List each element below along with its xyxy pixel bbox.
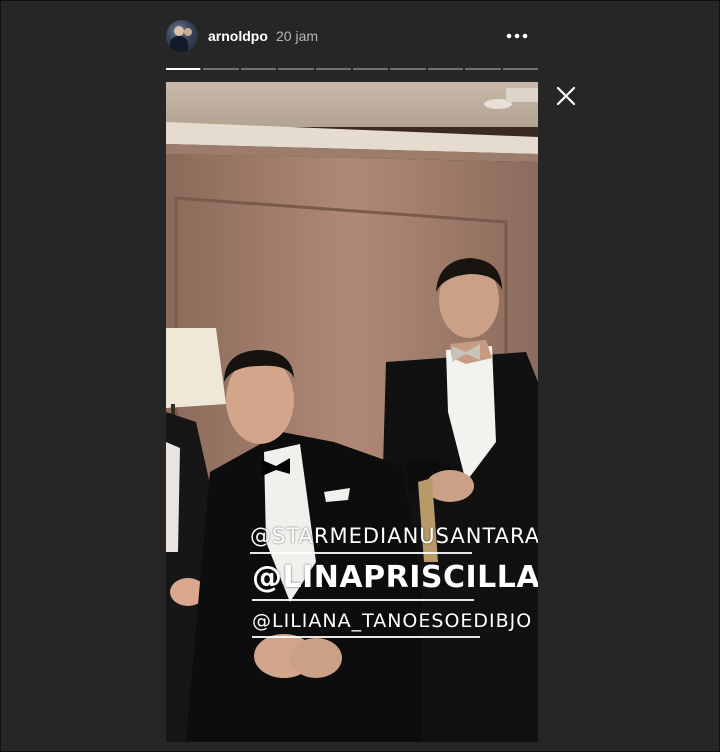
mention-stickers: @STARMEDIANUSANTARA @LINAPRISCILLA @LILI… [166, 82, 538, 742]
progress-segment [278, 68, 314, 70]
mention-underline [252, 599, 474, 601]
progress-segment [353, 68, 389, 70]
mention-liliana-tanoesoedibjo[interactable]: @LILIANA_TANOESOEDIBJO [252, 610, 532, 632]
story-media[interactable]: @STARMEDIANUSANTARA @LINAPRISCILLA @LILI… [166, 82, 538, 742]
close-icon[interactable] [554, 84, 578, 108]
progress-segment [427, 68, 464, 70]
progress-segment [465, 68, 501, 70]
mention-underline [250, 552, 472, 554]
progress-segment [166, 68, 202, 70]
progress-segment [203, 68, 239, 70]
progress-fill [166, 68, 200, 70]
progress-segment [315, 68, 352, 70]
user-avatar[interactable] [166, 20, 198, 52]
mention-linapriscilla[interactable]: @LINAPRISCILLA [252, 560, 538, 595]
progress-segment [240, 68, 277, 70]
story-header: arnoldpo 20 jam [166, 18, 538, 54]
story-progress-bar [166, 68, 539, 70]
username-link[interactable]: arnoldpo [208, 28, 268, 44]
more-horizontal-icon[interactable] [506, 26, 528, 46]
progress-segment [390, 68, 426, 70]
progress-segment [502, 68, 539, 70]
mention-underline [252, 636, 480, 638]
post-time: 20 jam [276, 28, 319, 44]
mention-starmedianusantara[interactable]: @STARMEDIANUSANTARA [250, 524, 538, 548]
